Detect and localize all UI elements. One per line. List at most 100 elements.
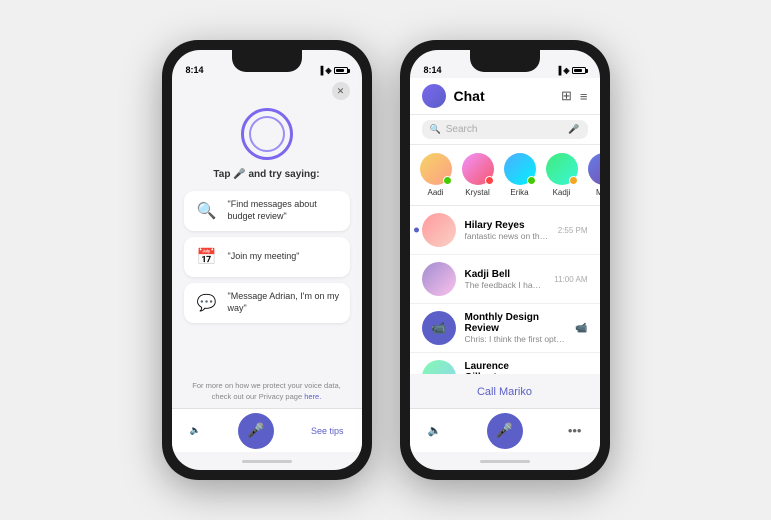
- privacy-link[interactable]: here.: [304, 392, 321, 401]
- search-bar-container: 🔍 Search 🎤: [410, 115, 600, 145]
- chat-name-meeting: Monthly Design Review: [465, 312, 567, 334]
- wifi-icon-r: ◈: [563, 66, 569, 75]
- chat-preview-kadji: The feedback I handed over was final.: [465, 280, 546, 290]
- cortana-header: ✕: [172, 78, 362, 100]
- chat-name-kadji: Kadji Bell: [465, 269, 546, 280]
- chat-footer: 🔈 🎤 •••: [410, 408, 600, 452]
- filter-icon[interactable]: ≡: [580, 89, 588, 104]
- right-status-icons: ▐ ◈: [556, 66, 586, 75]
- see-tips-button[interactable]: See tips: [311, 426, 344, 436]
- status-dot-red: [485, 176, 494, 185]
- contact-item[interactable]: Erika: [504, 153, 536, 197]
- call-bar[interactable]: Call Mariko: [410, 374, 600, 408]
- close-button[interactable]: ✕: [332, 82, 350, 100]
- contact-name-erika: Erika: [510, 188, 528, 197]
- contact-item[interactable]: Krystal: [462, 153, 494, 197]
- volume-icon[interactable]: 🔈: [190, 425, 201, 436]
- suggestion-item: 🔍 "Find messages about budget review": [184, 191, 350, 231]
- notch-right: [470, 50, 540, 72]
- left-time: 8:14: [186, 65, 204, 75]
- chat-name-hilary: Hilary Reyes: [465, 220, 549, 231]
- search-placeholder: Search: [446, 124, 564, 135]
- contact-item[interactable]: Aadi: [420, 153, 452, 197]
- cortana-footer: 🔈 🎤 See tips: [172, 408, 362, 452]
- contact-name-kadji: Kadji: [553, 188, 571, 197]
- right-phone: 8:14 ▐ ◈ Chat ⊞ ≡: [400, 40, 610, 480]
- cortana-circle: [241, 108, 293, 160]
- suggestion-item: 📅 "Join my meeting": [184, 237, 350, 277]
- right-time: 8:14: [424, 65, 442, 75]
- more-options-icon[interactable]: •••: [568, 423, 582, 438]
- chat-mic-button[interactable]: 🎤: [487, 413, 523, 449]
- chat-item-hilary[interactable]: Hilary Reyes fantastic news on the marke…: [410, 206, 600, 255]
- tap-prompt: Tap 🎤 and try saying:: [172, 164, 362, 185]
- search-suggestion-icon: 🔍: [194, 198, 220, 224]
- left-phone: 8:14 ▐ ◈ ✕ Tap 🎤 and try saying:: [162, 40, 372, 480]
- chat-item-laurence[interactable]: Laurence Gilbertson You: great, talk to …: [410, 353, 600, 374]
- avatar-laurence: [422, 360, 456, 374]
- contact-avatar-aadi: [420, 153, 452, 185]
- contact-avatar-krystal: [462, 153, 494, 185]
- chat-item-kadji[interactable]: Kadji Bell The feedback I handed over wa…: [410, 255, 600, 304]
- chat-info-meeting: Monthly Design Review Chris: I think the…: [465, 312, 567, 344]
- suggestions-list: 🔍 "Find messages about budget review" 📅 …: [172, 185, 362, 377]
- status-dot-yellow: [569, 176, 578, 185]
- home-indicator-right: [410, 452, 600, 470]
- chat-item-meeting[interactable]: 📹 Monthly Design Review Chris: I think t…: [410, 304, 600, 353]
- status-dot-green: [443, 176, 452, 185]
- chat-list: Hilary Reyes fantastic news on the marke…: [410, 206, 600, 374]
- contacts-row: Aadi Krystal Erika: [410, 145, 600, 206]
- chat-info-hilary: Hilary Reyes fantastic news on the marke…: [465, 220, 549, 241]
- chat-info-laurence: Laurence Gilbertson You: great, talk to …: [465, 361, 544, 374]
- chat-info-kadji: Kadji Bell The feedback I handed over wa…: [465, 269, 546, 290]
- contact-name-krystal: Krystal: [465, 188, 489, 197]
- contact-item[interactable]: Mi...: [588, 153, 600, 197]
- contact-name-aadi: Aadi: [427, 188, 443, 197]
- suggestion-text-3: "Message Adrian, I'm on my way": [228, 291, 340, 314]
- suggestion-text-2: "Join my meeting": [228, 251, 300, 263]
- unread-indicator: [414, 228, 419, 233]
- cortana-inner-circle: [249, 116, 285, 152]
- chat-preview-meeting: Chris: I think the first option is be...: [465, 334, 567, 344]
- home-bar-right: [480, 460, 530, 463]
- battery-icon: [334, 67, 348, 74]
- volume-icon-right[interactable]: 🔈: [428, 424, 442, 437]
- chat-time-kadji: 11:00 AM: [554, 275, 587, 284]
- user-avatar-header: [422, 84, 446, 108]
- tap-text: Tap 🎤 and try saying:: [213, 169, 319, 180]
- chat-name-laurence: Laurence Gilbertson: [465, 361, 544, 374]
- mic-search-icon[interactable]: 🎤: [568, 124, 579, 135]
- contact-avatar-mi: [588, 153, 600, 185]
- call-bar-text: Call Mariko: [477, 386, 532, 398]
- home-indicator: [172, 452, 362, 470]
- avatar-meeting: 📹: [422, 311, 456, 345]
- notch: [232, 50, 302, 72]
- home-bar: [242, 460, 292, 463]
- chat-time-hilary: 2:55 PM: [558, 226, 588, 235]
- signal-icon-r: ▐: [556, 66, 562, 75]
- signal-icon: ▐: [318, 66, 324, 75]
- avatar-hilary: [422, 213, 456, 247]
- message-suggestion-icon: 💬: [194, 290, 220, 316]
- header-icons: ⊞ ≡: [561, 88, 588, 104]
- avatar-kadji: [422, 262, 456, 296]
- chat-header: Chat ⊞ ≡: [410, 78, 600, 115]
- search-icon: 🔍: [430, 124, 441, 135]
- chat-time-laurence: Yesterday: [552, 373, 587, 375]
- status-dot-green-e: [527, 176, 536, 185]
- contact-item[interactable]: Kadji: [546, 153, 578, 197]
- left-status-icons: ▐ ◈: [318, 66, 348, 75]
- chat-title: Chat: [454, 88, 554, 104]
- edit-icon[interactable]: ⊞: [561, 88, 572, 104]
- search-input-wrap[interactable]: 🔍 Search 🎤: [422, 120, 588, 139]
- privacy-note: For more on how we protect your voice da…: [172, 377, 362, 408]
- suggestion-item: 💬 "Message Adrian, I'm on my way": [184, 283, 350, 323]
- contact-avatar-erika: [504, 153, 536, 185]
- cortana-mic-button[interactable]: 🎤: [238, 413, 274, 449]
- contact-avatar-kadji: [546, 153, 578, 185]
- calendar-suggestion-icon: 📅: [194, 244, 220, 270]
- contact-name-mi: Mi...: [596, 188, 600, 197]
- video-icon: 📹: [575, 323, 587, 334]
- suggestion-text-1: "Find messages about budget review": [228, 199, 340, 222]
- scene: 8:14 ▐ ◈ ✕ Tap 🎤 and try saying:: [0, 0, 771, 520]
